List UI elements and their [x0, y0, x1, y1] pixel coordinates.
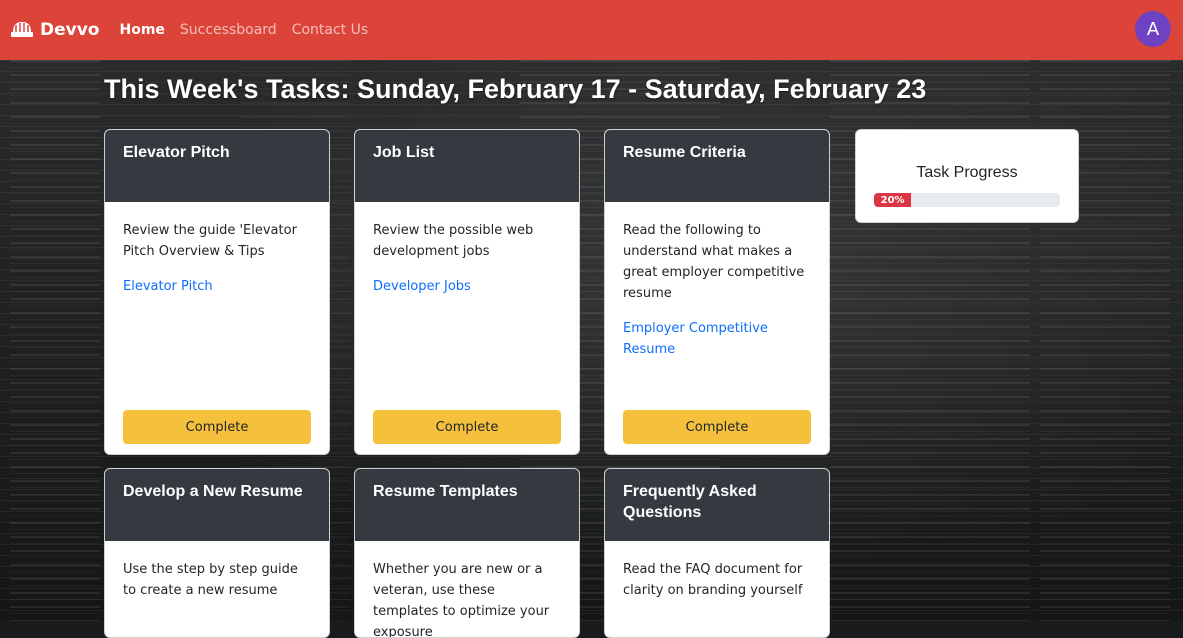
task-card-faq: Frequently Asked Questions Read the FAQ …: [604, 468, 830, 638]
nav-link-contact-us[interactable]: Contact Us: [292, 22, 368, 38]
task-progress-card: Task Progress 20%: [855, 129, 1079, 223]
brand[interactable]: Devvo: [10, 19, 99, 41]
card-description: Review the guide 'Elevator Pitch Overvie…: [123, 223, 297, 259]
avatar[interactable]: A: [1135, 11, 1171, 47]
navbar: Devvo Home Successboard Contact Us A: [0, 0, 1183, 60]
card-link-elevator-pitch[interactable]: Elevator Pitch: [123, 276, 311, 297]
page-title: This Week's Tasks: Sunday, February 17 -…: [104, 74, 927, 104]
card-description: Use the step by step guide to create a n…: [123, 562, 298, 598]
task-card-job-list: Job List Review the possible web develop…: [354, 129, 580, 455]
nav-link-successboard[interactable]: Successboard: [180, 22, 277, 38]
complete-button[interactable]: Complete: [623, 410, 811, 444]
card-title: Resume Criteria: [605, 130, 829, 202]
task-card-resume-criteria: Resume Criteria Read the following to un…: [604, 129, 830, 455]
brand-name: Devvo: [40, 20, 100, 40]
card-title: Elevator Pitch: [105, 130, 329, 202]
card-description: Whether you are new or a veteran, use th…: [373, 562, 550, 638]
task-card-resume-templates: Resume Templates Whether you are new or …: [354, 468, 580, 638]
complete-button[interactable]: Complete: [373, 410, 561, 444]
card-description: Read the following to understand what ma…: [623, 223, 805, 301]
card-title: Job List: [355, 130, 579, 202]
card-link-employer-competitive-resume[interactable]: Employer Competitive Resume: [623, 318, 811, 360]
card-title: Develop a New Resume: [105, 469, 329, 541]
progress-title: Task Progress: [916, 164, 1018, 181]
card-link-developer-jobs[interactable]: Developer Jobs: [373, 276, 561, 297]
task-card-develop-new-resume: Develop a New Resume Use the step by ste…: [104, 468, 330, 638]
progress-bar: 20%: [874, 193, 1060, 207]
helmet-logo-icon: [11, 22, 33, 37]
card-title: Resume Templates: [355, 469, 579, 541]
progress-fill: 20%: [874, 193, 912, 207]
card-description: Review the possible web development jobs: [373, 223, 534, 259]
card-title: Frequently Asked Questions: [605, 469, 829, 541]
task-card-elevator-pitch: Elevator Pitch Review the guide 'Elevato…: [104, 129, 330, 455]
nav-link-home[interactable]: Home: [119, 22, 164, 38]
complete-button[interactable]: Complete: [123, 410, 311, 444]
card-description: Read the FAQ document for clarity on bra…: [623, 562, 803, 598]
